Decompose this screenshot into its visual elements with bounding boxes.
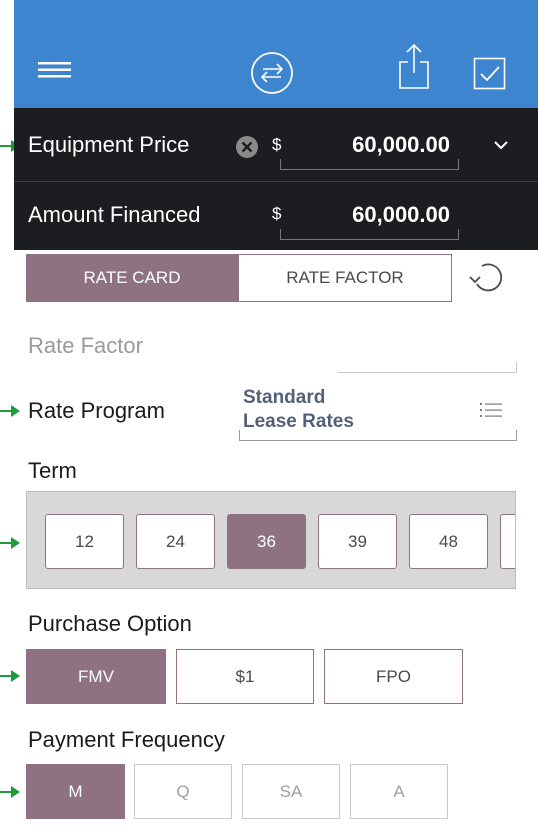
clear-icon[interactable]	[235, 135, 259, 159]
hamburger-menu-icon[interactable]	[38, 60, 72, 80]
term-label: Term	[28, 458, 77, 483]
rate-program-value-line1: Standard	[243, 387, 326, 408]
purchase-option-fpo[interactable]: FPO	[324, 649, 463, 704]
guide-arrow-rate-program	[0, 405, 20, 417]
swap-circle-icon[interactable]	[249, 50, 295, 96]
term-option-24[interactable]: 24	[136, 514, 215, 569]
reset-icon[interactable]	[468, 258, 506, 296]
equipment-price-underline	[280, 159, 459, 170]
payment-frequency-a[interactable]: A	[350, 764, 448, 819]
term-option-39[interactable]: 39	[318, 514, 397, 569]
list-icon[interactable]	[480, 402, 502, 418]
app-root: Equipment Price $ 60,000.00 Amount Finan…	[0, 0, 538, 831]
rate-factor-label: Rate Factor	[28, 333, 143, 358]
payment-frequency-label: Payment Frequency	[28, 727, 225, 752]
amount-financed-currency: $	[272, 204, 282, 223]
share-icon[interactable]	[397, 42, 431, 90]
purchase-option-1[interactable]: $1	[176, 649, 314, 704]
rate-factor-input[interactable]	[338, 362, 517, 373]
rate-program-label: Rate Program	[28, 398, 165, 423]
guide-arrow-term	[0, 537, 20, 549]
term-option-36[interactable]: 36	[227, 514, 306, 569]
checkbox-icon[interactable]	[473, 57, 507, 91]
equipment-price-row: Equipment Price $ 60,000.00	[14, 108, 538, 181]
term-option-12[interactable]: 12	[45, 514, 124, 569]
payment-frequency-m[interactable]: M	[26, 764, 125, 819]
payment-frequency-sa[interactable]: SA	[242, 764, 340, 819]
amount-financed-value: 60,000.00	[352, 202, 450, 227]
rate-program-underline	[239, 430, 517, 441]
equipment-price-currency: $	[272, 135, 282, 154]
app-header	[14, 0, 538, 108]
equipment-price-label: Equipment Price	[28, 132, 190, 157]
chevron-down-icon[interactable]	[493, 138, 509, 150]
equipment-price-input[interactable]: 60,000.00	[284, 132, 450, 158]
guide-arrow-purchase-option	[0, 670, 20, 682]
purchase-option-label: Purchase Option	[28, 611, 192, 636]
amount-financed-underline	[280, 229, 459, 240]
guide-arrow-payment-frequency	[0, 786, 20, 798]
amount-financed-row: Amount Financed $ 60,000.00	[14, 182, 538, 250]
payment-frequency-q[interactable]: Q	[134, 764, 232, 819]
term-option-48[interactable]: 48	[409, 514, 488, 569]
term-option-partial[interactable]	[500, 514, 515, 569]
rate-program-value[interactable]: Standard Lease Rates	[243, 386, 354, 434]
tab-rate-factor[interactable]: RATE FACTOR	[238, 254, 452, 302]
tab-rate-card[interactable]: RATE CARD	[26, 254, 238, 302]
amount-financed-label: Amount Financed	[28, 202, 201, 227]
purchase-option-fmv[interactable]: FMV	[26, 649, 166, 704]
